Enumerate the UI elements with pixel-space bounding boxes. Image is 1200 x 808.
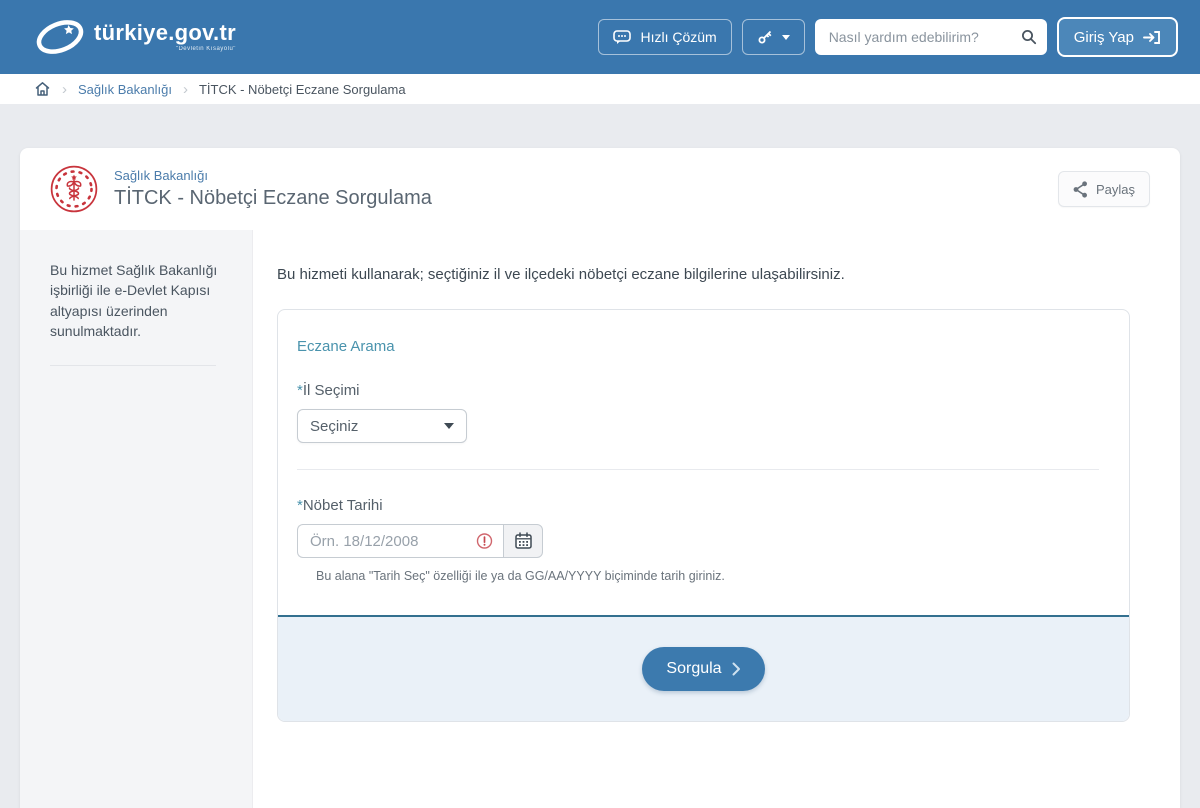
breadcrumb-separator: › xyxy=(183,81,188,98)
header-actions: Hızlı Çözüm G xyxy=(598,17,1178,57)
chat-bubble-icon xyxy=(613,30,631,45)
breadcrumb-link-agency[interactable]: Sağlık Bakanlığı xyxy=(78,82,172,97)
pharmacy-search-form: Eczane Arama *İl Seçimi Seçiniz *Nöbet xyxy=(277,309,1130,722)
form-footer: Sorgula xyxy=(278,615,1129,721)
duty-date-field: *Nöbet Tarihi xyxy=(297,497,1099,583)
province-label: *İl Seçimi xyxy=(297,382,1099,399)
login-label: Giriş Yap xyxy=(1074,29,1134,46)
breadcrumb: › Sağlık Bakanlığı › TİTCK - Nöbetçi Ecz… xyxy=(0,74,1200,104)
logo-tagline: "Devletin Kısayolu" xyxy=(176,46,236,52)
chevron-down-icon xyxy=(444,423,454,429)
search-icon[interactable] xyxy=(1021,29,1037,45)
breadcrumb-current: TİTCK - Nöbetçi Eczane Sorgulama xyxy=(199,82,406,97)
login-button[interactable]: Giriş Yap xyxy=(1057,17,1178,57)
top-header: türkiye.gov.tr "Devletin Kısayolu" Hızlı… xyxy=(0,0,1200,74)
date-picker-button[interactable] xyxy=(503,524,543,558)
province-select-value: Seçiniz xyxy=(310,418,358,435)
service-agency[interactable]: Sağlık Bakanlığı xyxy=(114,168,432,183)
province-select[interactable]: Seçiniz xyxy=(297,409,467,443)
duty-date-wrap xyxy=(297,524,503,558)
service-card: Sağlık Bakanlığı TİTCK - Nöbetçi Eczane … xyxy=(20,148,1180,808)
saglik-bakanligi-emblem xyxy=(50,165,98,213)
turkiye-gov-logo[interactable]: türkiye.gov.tr "Devletin Kısayolu" xyxy=(34,18,236,56)
service-sidebar: Bu hizmet Sağlık Bakanlığı işbirliği ile… xyxy=(20,230,253,808)
duty-date-input-group xyxy=(297,524,1099,558)
service-provider-note: Bu hizmet Sağlık Bakanlığı işbirliği ile… xyxy=(50,260,230,341)
date-format-help: Bu alana "Tarih Seç" özelliği ile ya da … xyxy=(316,569,1069,583)
breadcrumb-separator: › xyxy=(62,81,67,98)
service-main: Bu hizmeti kullanarak; seçtiğiniz il ve … xyxy=(253,230,1180,808)
edevlet-swirl-icon xyxy=(34,18,86,56)
chevron-right-icon xyxy=(732,662,741,676)
province-field: *İl Seçimi Seçiniz xyxy=(297,382,1099,443)
login-arrow-icon xyxy=(1143,30,1161,45)
chevron-down-icon xyxy=(782,35,790,40)
home-icon[interactable] xyxy=(34,81,51,97)
share-label: Paylaş xyxy=(1096,182,1135,197)
form-divider xyxy=(297,469,1099,470)
query-button-label: Sorgula xyxy=(666,660,721,678)
validation-warning-icon xyxy=(476,533,493,550)
share-icon xyxy=(1073,181,1088,198)
calendar-icon xyxy=(514,532,533,550)
duty-date-label: *Nöbet Tarihi xyxy=(297,497,1099,514)
search-input[interactable] xyxy=(827,28,1021,46)
help-search-box xyxy=(815,19,1047,55)
query-button[interactable]: Sorgula xyxy=(642,647,764,691)
service-description: Bu hizmeti kullanarak; seçtiğiniz il ve … xyxy=(277,266,1130,283)
share-button[interactable]: Paylaş xyxy=(1058,171,1150,207)
sidebar-divider xyxy=(50,365,216,366)
service-heading: Sağlık Bakanlığı TİTCK - Nöbetçi Eczane … xyxy=(114,168,432,210)
page-title: TİTCK - Nöbetçi Eczane Sorgulama xyxy=(114,187,432,210)
service-card-body: Bu hizmet Sağlık Bakanlığı işbirliği ile… xyxy=(20,230,1180,808)
key-icon xyxy=(757,29,773,45)
logo-text: türkiye.gov.tr xyxy=(94,22,236,44)
service-card-header: Sağlık Bakanlığı TİTCK - Nöbetçi Eczane … xyxy=(20,148,1180,230)
form-title: Eczane Arama xyxy=(297,338,1099,355)
duty-date-input[interactable] xyxy=(297,524,503,558)
password-menu-button[interactable] xyxy=(742,19,805,55)
quick-solution-button[interactable]: Hızlı Çözüm xyxy=(598,19,731,55)
quick-solution-label: Hızlı Çözüm xyxy=(640,29,716,45)
